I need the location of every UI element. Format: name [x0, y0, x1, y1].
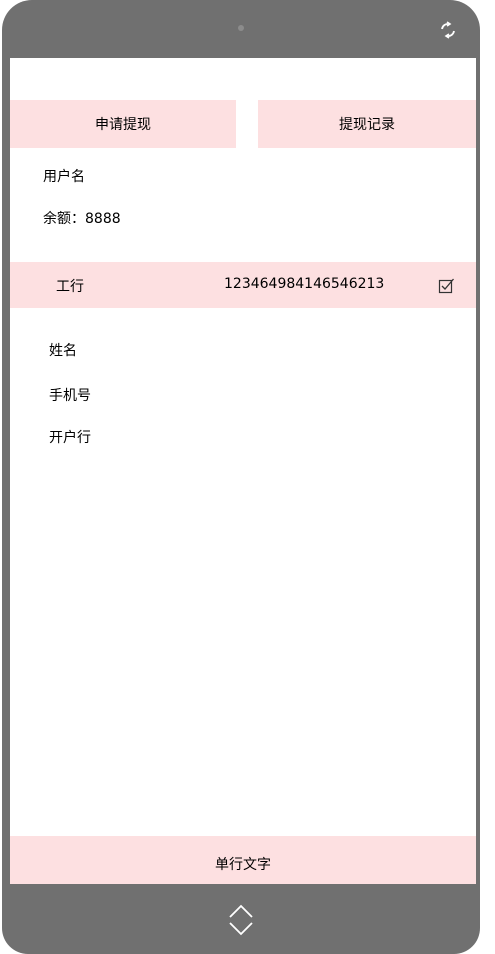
- bottom-bar[interactable]: 单行文字: [10, 836, 476, 884]
- phone-frame: 申请提现 提现记录 用户名 余额：8888 工行 123464984146546…: [2, 0, 480, 954]
- checkbox-checked-icon[interactable]: [438, 277, 455, 294]
- phone-label: 手机号: [49, 388, 91, 404]
- app-screen: 申请提现 提现记录 用户名 余额：8888 工行 123464984146546…: [10, 58, 476, 884]
- rotate-icon[interactable]: [438, 20, 458, 40]
- bank-name: 工行: [56, 279, 84, 295]
- tab-apply-withdrawal[interactable]: 申请提现: [10, 100, 236, 148]
- camera-dot: [238, 25, 244, 31]
- bank-card-row[interactable]: 工行 123464984146546213: [10, 262, 476, 308]
- up-down-chevron-icon[interactable]: [227, 902, 255, 938]
- bottom-bar-text: 单行文字: [215, 857, 271, 873]
- tab-records-label: 提现记录: [339, 117, 395, 133]
- tab-withdrawal-records[interactable]: 提现记录: [258, 100, 476, 148]
- bank-card-number: 123464984146546213: [224, 276, 385, 292]
- balance-text: 余额：8888: [43, 211, 121, 227]
- tab-apply-label: 申请提现: [95, 117, 151, 133]
- name-label: 姓名: [49, 343, 77, 359]
- username-text: 用户名: [43, 169, 85, 185]
- branch-label: 开户行: [49, 430, 91, 446]
